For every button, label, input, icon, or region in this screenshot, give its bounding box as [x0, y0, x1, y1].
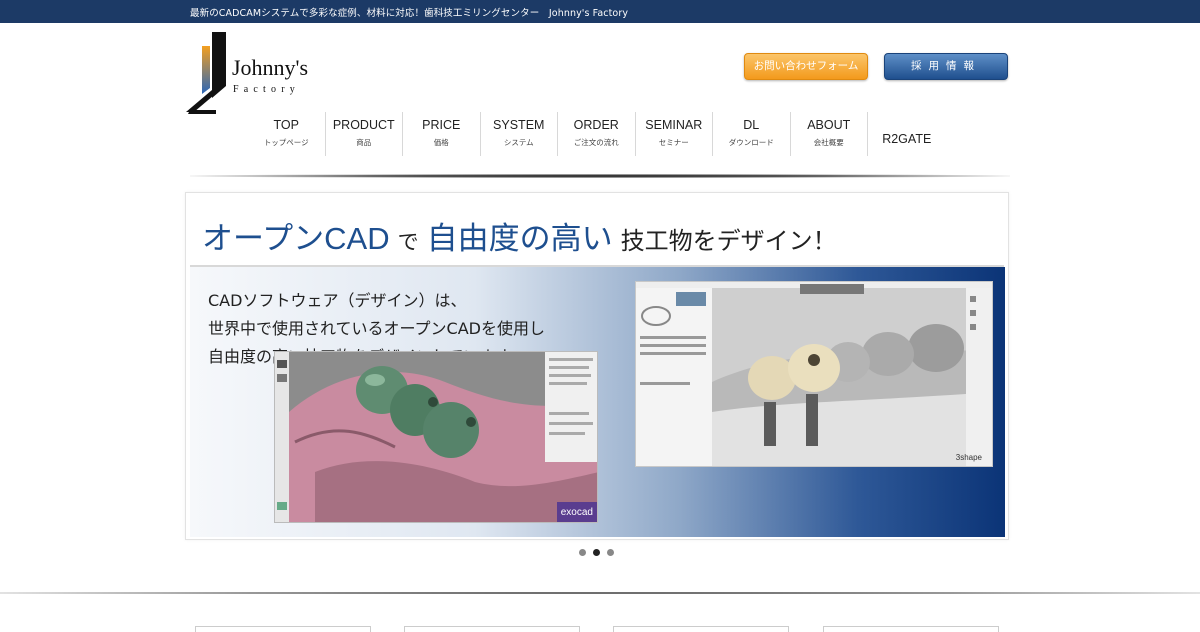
- nav-label-ja: セミナー: [658, 138, 689, 147]
- slider-dot-3[interactable]: [607, 549, 614, 556]
- logo-subtitle: Factory: [233, 84, 300, 95]
- slide-title: オープンCAD で自由度の高い 技工物をデザイン！: [202, 213, 845, 258]
- slide-title-design: 技工物をデザイン！: [620, 227, 837, 255]
- logo-wordmark: Johnny's: [232, 55, 309, 80]
- nav-label-ja: 商品: [356, 138, 372, 147]
- nav-label-en: R2GATE: [882, 132, 932, 146]
- nav-label-ja: トップページ: [263, 138, 309, 147]
- nav-label-en: TOP: [273, 118, 299, 132]
- slide-title-open-cad: オープンCAD: [202, 221, 390, 256]
- feature-card[interactable]: [404, 626, 580, 632]
- slide-copy-line: CADソフトウェア（デザイン）は、: [208, 291, 467, 310]
- 3shape-screenshot: 3shape: [635, 281, 993, 467]
- nav-divider: [190, 174, 1010, 178]
- 3shape-brand-label: 3shape: [955, 453, 982, 462]
- nav-item-top[interactable]: TOP トップページ: [248, 112, 326, 156]
- slide-title-de: で: [397, 230, 419, 254]
- nav-label-en: ORDER: [573, 118, 619, 132]
- slide-copy-line: 世界中で使用されているオープンCADを使用し: [208, 319, 545, 338]
- nav-label-ja: ご注文の流れ: [573, 138, 619, 147]
- top-info-bar: 最新のCADCAMシステムで多彩な症例、材料に対応！歯科技工ミリングセンター J…: [0, 0, 1200, 23]
- exocad-screenshot: exocad: [274, 351, 598, 523]
- nav-label-ja: 価格: [433, 138, 449, 147]
- nav-label-en: ABOUT: [807, 118, 851, 132]
- nav-label-ja: システム: [503, 138, 534, 147]
- exocad-crown-render-icon: [275, 352, 597, 522]
- nav-label-ja: ダウンロード: [728, 138, 774, 147]
- nav-label-en: PRICE: [422, 118, 461, 132]
- nav-label-en: PRODUCT: [332, 118, 395, 132]
- nav-item-system[interactable]: SYSTEM システム: [481, 112, 558, 156]
- contact-form-button[interactable]: お問い合わせフォーム: [744, 53, 868, 80]
- top-info-text: 最新のCADCAMシステムで多彩な症例、材料に対応！歯科技工ミリングセンター J…: [190, 8, 629, 19]
- feature-card[interactable]: [613, 626, 789, 632]
- slider-dot-1[interactable]: [579, 549, 586, 556]
- nav-item-product[interactable]: PRODUCT 商品: [326, 112, 403, 156]
- slide-title-freedom: 自由度の高い: [426, 221, 613, 256]
- nav-item-dl[interactable]: DL ダウンロード: [713, 112, 791, 156]
- hero-slider[interactable]: オープンCAD で自由度の高い 技工物をデザイン！ CADソフトウェア（デザイン）は…: [185, 192, 1009, 540]
- nav-item-order[interactable]: ORDER ご注文の流れ: [558, 112, 636, 156]
- nav-item-about[interactable]: ABOUT 会社概要: [791, 112, 868, 156]
- nav-label-ja: 会社概要: [813, 138, 844, 147]
- slider-pagination: [579, 549, 614, 556]
- exocad-brand-label: exocad: [560, 507, 593, 518]
- nav-item-r2gate[interactable]: R2GATE: [868, 112, 946, 156]
- nav-label-en: SEMINAR: [645, 118, 703, 132]
- 3shape-implant-render-icon: [636, 282, 992, 466]
- nav-label-en: SYSTEM: [493, 118, 545, 132]
- feature-card[interactable]: [195, 626, 371, 632]
- feature-card[interactable]: [823, 626, 999, 632]
- nav-item-seminar[interactable]: SEMINAR セミナー: [636, 112, 713, 156]
- recruit-button[interactable]: 採用情報: [884, 53, 1008, 80]
- nav-label-en: DL: [743, 118, 760, 132]
- slider-dot-2[interactable]: [593, 549, 600, 556]
- slide-image: CADソフトウェア（デザイン）は、 世界中で使用されているオープンCADを使用し…: [190, 267, 1005, 537]
- section-divider: [0, 592, 1200, 594]
- global-nav: TOP トップページ PRODUCT 商品 PRICE 価格 SYSTEM シス…: [248, 112, 946, 158]
- nav-item-price[interactable]: PRICE 価格: [403, 112, 481, 156]
